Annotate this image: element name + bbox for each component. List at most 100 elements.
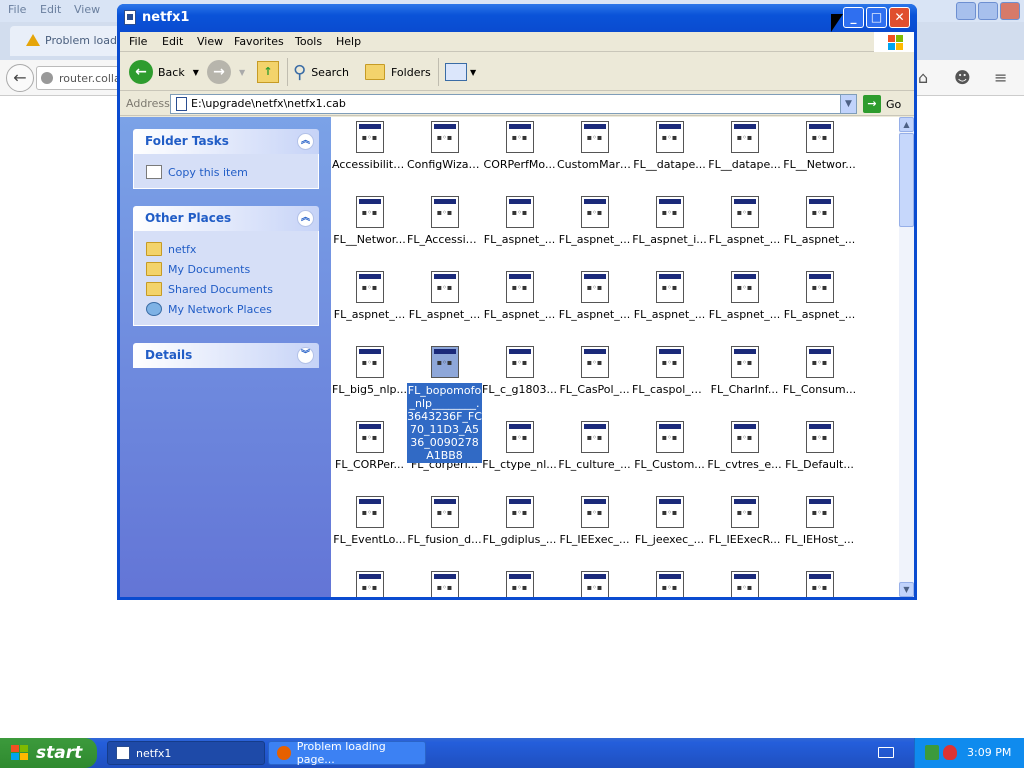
file-item[interactable]: FL_aspnet_... [707, 271, 782, 321]
folder-tasks-header[interactable]: Folder Tasks ︽ [133, 129, 319, 154]
file-item[interactable]: FL_fusion_d... [407, 496, 482, 546]
other-places-header[interactable]: Other Places ︽ [133, 206, 319, 231]
file-item[interactable]: FL_gdiplus_... [482, 496, 557, 546]
file-item[interactable]: FL_Default... [782, 421, 857, 471]
forward-button[interactable]: → ▼ [207, 58, 245, 86]
file-item[interactable] [557, 571, 632, 597]
file-item[interactable]: FL_aspnet_... [782, 196, 857, 246]
file-item[interactable]: FL_ctype_nl... [482, 421, 557, 471]
place-my-network-places[interactable]: My Network Places [146, 299, 318, 319]
file-icon [580, 271, 609, 303]
address-dropdown-icon[interactable]: ▼ [840, 95, 856, 113]
file-item[interactable]: FL_bopomofo_nlp________.3643236F_FC70_11… [407, 346, 482, 463]
file-item[interactable]: FL_Custom... [632, 421, 707, 471]
file-item[interactable]: FL__Networ... [782, 121, 857, 171]
up-folder-button[interactable]: ↑ [257, 58, 279, 86]
file-item[interactable]: FL_CORPer... [332, 421, 407, 471]
file-item[interactable]: FL_CasPol_... [557, 346, 632, 396]
hamburger-menu-icon[interactable]: ≡ [994, 68, 1007, 87]
file-item[interactable]: FL_culture_... [557, 421, 632, 471]
file-item[interactable]: FL__datape... [632, 121, 707, 171]
title-bar[interactable]: netfx1 _ □ ✕ [117, 4, 917, 32]
browser-maximize-button[interactable] [978, 2, 998, 20]
taskbar-item-firefox[interactable]: Problem loading page... [268, 740, 426, 766]
views-button[interactable]: ▼ [445, 58, 476, 86]
scroll-up-icon[interactable]: ▲ [899, 117, 914, 132]
file-item[interactable]: FL__Networ... [332, 196, 407, 246]
file-item[interactable]: FL_aspnet_... [707, 196, 782, 246]
collapse-icon[interactable]: ︽ [297, 210, 314, 227]
file-item[interactable]: CustomMars... [557, 121, 632, 171]
details-header[interactable]: Details ︾ [133, 343, 319, 368]
browser-menu-file[interactable]: File [8, 3, 26, 16]
collapse-icon[interactable]: ︽ [297, 133, 314, 150]
taskbar-item-netfx1[interactable]: netfx1 [107, 741, 265, 765]
browser-close-button[interactable] [1000, 2, 1020, 20]
file-item[interactable]: FL_EventLo... [332, 496, 407, 546]
browser-minimize-button[interactable] [956, 2, 976, 20]
file-item[interactable]: FL_cvtres_e... [707, 421, 782, 471]
scroll-down-icon[interactable]: ▼ [899, 582, 914, 597]
file-item[interactable]: FL_Consum... [782, 346, 857, 396]
task-copy-item[interactable]: Copy this item [146, 162, 318, 182]
back-button[interactable]: ← Back ▼ [129, 58, 199, 86]
scroll-thumb[interactable] [899, 133, 914, 227]
menu-favorites[interactable]: Favorites [234, 35, 284, 48]
keyboard-icon[interactable] [878, 747, 894, 758]
file-item[interactable]: CORPerfMo... [482, 121, 557, 171]
folders-button[interactable]: Folders [365, 58, 431, 86]
security-shield-icon[interactable] [943, 745, 957, 760]
place-shared-documents[interactable]: Shared Documents [146, 279, 318, 299]
file-item[interactable] [707, 571, 782, 597]
file-item[interactable]: FL_IEExecR... [707, 496, 782, 546]
menu-edit[interactable]: Edit [162, 35, 183, 48]
minimize-button[interactable]: _ [843, 7, 864, 28]
file-item[interactable] [632, 571, 707, 597]
file-item[interactable]: FL_aspnet_i... [632, 196, 707, 246]
file-item[interactable]: ConfigWizar... [407, 121, 482, 171]
browser-menu-edit[interactable]: Edit [40, 3, 61, 16]
go-button[interactable]: → Go [863, 95, 911, 113]
file-item[interactable] [482, 571, 557, 597]
browser-menu-view[interactable]: View [74, 3, 100, 16]
file-item[interactable]: FL_aspnet_... [557, 271, 632, 321]
file-item[interactable]: FL__datape... [707, 121, 782, 171]
file-item[interactable]: FL_big5_nlp... [332, 346, 407, 396]
address-input[interactable]: E:\upgrade\netfx\netfx1.cab ▼ [170, 94, 857, 114]
file-item[interactable]: FL_aspnet_... [332, 271, 407, 321]
place-netfx[interactable]: netfx [146, 239, 318, 259]
file-item[interactable]: FL_aspnet_... [482, 196, 557, 246]
menu-help[interactable]: Help [336, 35, 361, 48]
file-item[interactable]: FL_Accessib... [407, 196, 482, 246]
menu-view[interactable]: View [197, 35, 223, 48]
menu-tools[interactable]: Tools [295, 35, 322, 48]
file-item[interactable]: FL_aspnet_... [632, 271, 707, 321]
close-button[interactable]: ✕ [889, 7, 910, 28]
home-icon[interactable]: ⌂ [918, 68, 928, 87]
file-item[interactable] [407, 571, 482, 597]
file-item[interactable]: FL_aspnet_... [482, 271, 557, 321]
file-item[interactable]: FL_aspnet_... [407, 271, 482, 321]
file-item[interactable]: FL_IEHost_... [782, 496, 857, 546]
smiley-icon[interactable]: ☻ [954, 68, 971, 87]
vertical-scrollbar[interactable]: ▲ ▼ [899, 117, 914, 597]
maximize-button[interactable]: □ [866, 7, 887, 28]
file-item[interactable]: FL_jeexec_... [632, 496, 707, 546]
place-my-documents[interactable]: My Documents [146, 259, 318, 279]
search-button[interactable]: ⚲ Search [293, 58, 349, 86]
browser-back-button[interactable]: ← [6, 64, 34, 92]
menu-file[interactable]: File [129, 35, 147, 48]
network-tray-icon[interactable] [925, 745, 939, 760]
file-item[interactable]: Accessibility... [332, 121, 407, 171]
file-item[interactable]: FL_aspnet_... [782, 271, 857, 321]
expand-icon[interactable]: ︾ [297, 347, 314, 364]
file-item[interactable]: FL_CharInf... [707, 346, 782, 396]
file-item[interactable]: FL_caspol_e... [632, 346, 707, 396]
start-button[interactable]: start [0, 738, 97, 768]
file-item[interactable]: FL_aspnet_... [557, 196, 632, 246]
back-dropdown-icon[interactable]: ▼ [193, 68, 199, 77]
file-item[interactable] [332, 571, 407, 597]
file-item[interactable]: FL_c_g1803... [482, 346, 557, 396]
file-item[interactable] [782, 571, 857, 597]
file-item[interactable]: FL_IEExec_... [557, 496, 632, 546]
